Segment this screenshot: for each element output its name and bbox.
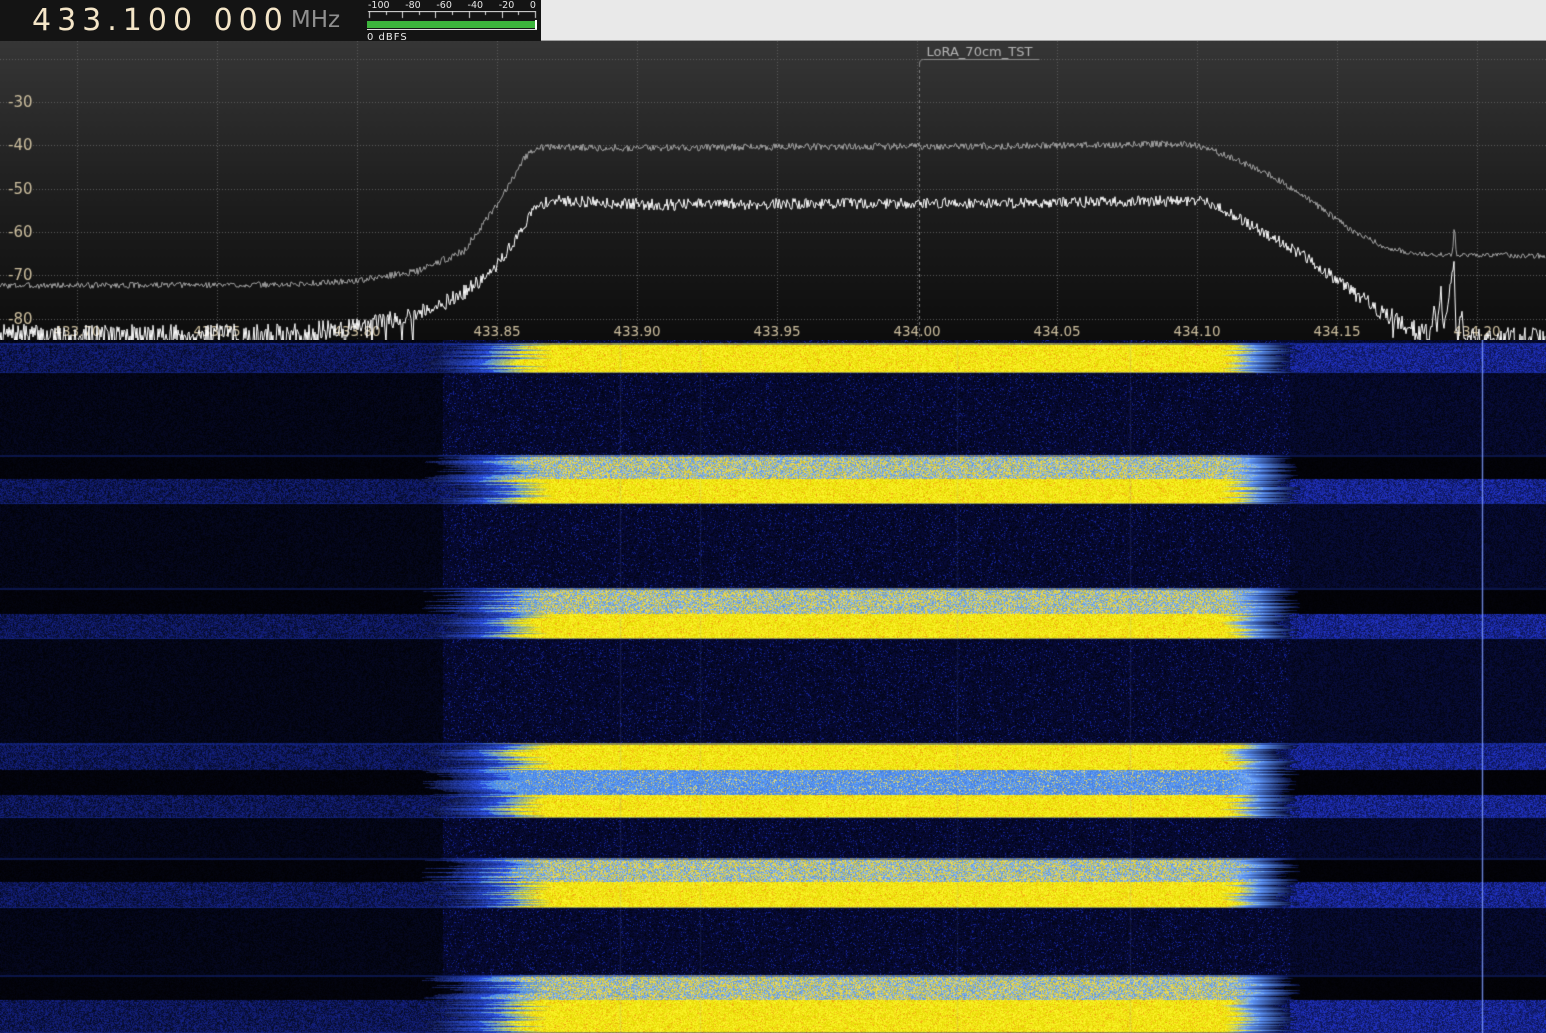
topbar: 433.100 000 MHz -100-80-60-40-200 0 dBFS	[0, 0, 1546, 41]
spectrum-plot[interactable]	[0, 41, 1546, 340]
meter-scale-label: 0	[530, 0, 536, 11]
meter-scale-label: -80	[405, 0, 421, 11]
frequency-display[interactable]: 433.100 000 MHz -100-80-60-40-200 0 dBFS	[0, 0, 541, 41]
frequency-value[interactable]: 433.100 000	[32, 0, 289, 41]
meter-scale-label: -60	[436, 0, 452, 11]
frequency-unit: MHz	[291, 0, 340, 41]
toolbar-empty-area	[541, 0, 1546, 41]
gqrx-window: 433.100 000 MHz -100-80-60-40-200 0 dBFS	[0, 0, 1546, 1033]
signal-meter: -100-80-60-40-200 0 dBFS	[367, 0, 537, 43]
waterfall-display[interactable]	[0, 340, 1546, 1033]
meter-bar-track	[367, 21, 537, 30]
meter-bar	[367, 21, 537, 28]
meter-scale-label: -40	[468, 0, 484, 11]
meter-ruler	[367, 11, 537, 19]
meter-scale-label: -20	[499, 0, 515, 11]
meter-scale-label: -100	[368, 0, 390, 11]
meter-scale: -100 -80 -60 -40 -20 0	[367, 0, 537, 11]
